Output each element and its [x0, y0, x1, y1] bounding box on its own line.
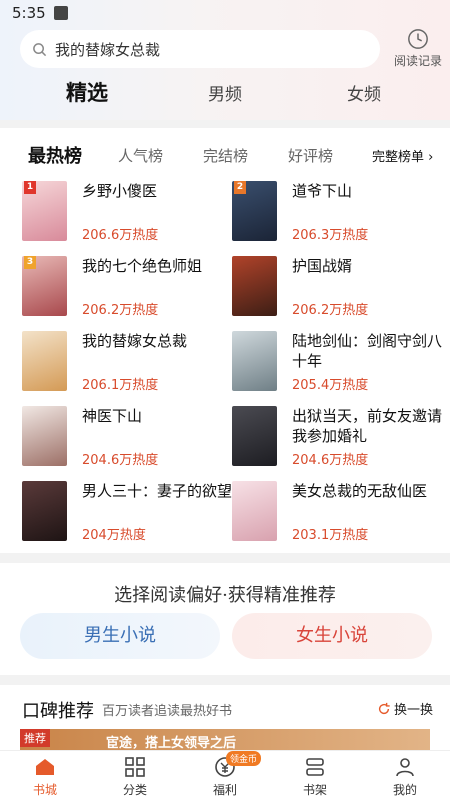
book-title: 美女总裁的无敌仙医	[292, 482, 428, 500]
search-bar[interactable]: 我的替嫁女总裁	[20, 30, 380, 68]
book-item[interactable]: 我的替嫁女总裁 206.1万热度	[22, 331, 232, 393]
book-title: 神医下山	[82, 407, 143, 425]
refresh-icon	[378, 702, 390, 714]
reading-history-button[interactable]: 阅读记录	[392, 28, 444, 69]
book-cover	[22, 481, 67, 541]
book-heat: 205.4万热度	[292, 378, 369, 393]
chevron-right-icon: ›	[428, 150, 434, 165]
book-title: 我的替嫁女总裁	[82, 332, 188, 350]
preference-title: 选择阅读偏好·获得精准推荐	[114, 585, 336, 606]
tab-female[interactable]: 女频	[347, 80, 381, 105]
grid-icon	[125, 757, 145, 777]
recommend-card: 口碑推荐 百万读者追读最热好书 换一换 推荐 宦途，搭上女领导之后	[0, 685, 450, 750]
nav-profile[interactable]: 我的	[375, 755, 435, 798]
rank-badge: 3	[24, 256, 36, 269]
tab-completed[interactable]: 完结榜	[203, 145, 248, 166]
book-cover	[232, 406, 277, 466]
nav-label: 书架	[302, 783, 327, 797]
recommend-title: 口碑推荐	[22, 701, 94, 722]
book-title: 男人三十：妻子的欲望	[82, 482, 233, 500]
book-title: 陆地剑仙：剑阁守剑八十年	[292, 332, 443, 370]
tab-popularity[interactable]: 人气榜	[118, 145, 163, 166]
tab-male[interactable]: 男频	[208, 80, 242, 105]
full-list-label: 完整榜单	[372, 150, 425, 165]
book-heat: 203.1万热度	[292, 528, 369, 543]
book-item[interactable]: 护国战婿 206.2万热度	[232, 256, 442, 318]
recommend-subtitle: 百万读者追读最热好书	[102, 704, 233, 719]
refresh-label: 换一换	[394, 703, 434, 718]
recommend-banner-text: 宦途，搭上女领导之后	[106, 736, 237, 750]
full-list-link[interactable]: 完整榜单 ›	[372, 146, 433, 165]
male-novel-button[interactable]: 男生小说	[20, 613, 220, 659]
book-item[interactable]: 出狱当天，前女友邀请我参加婚礼 204.6万热度	[232, 406, 442, 468]
preference-card: 选择阅读偏好·获得精准推荐 男生小说 女生小说	[0, 563, 450, 675]
status-bar: 5:35	[12, 4, 68, 22]
nav-category[interactable]: 分类	[105, 755, 165, 798]
book-heat: 206.2万热度	[82, 303, 159, 318]
book-item[interactable]: 男人三十：妻子的欲望 204万热度	[22, 481, 232, 543]
book-cover: 2	[232, 181, 277, 241]
book-heat: 206.1万热度	[82, 378, 159, 393]
book-cover	[232, 256, 277, 316]
book-cover	[22, 331, 67, 391]
book-title: 乡野小傻医	[82, 182, 158, 200]
book-heat: 206.6万热度	[82, 228, 159, 243]
book-cover	[22, 406, 67, 466]
book-item[interactable]: 1 乡野小傻医 206.6万热度	[22, 181, 232, 243]
notification-icon	[53, 6, 68, 20]
search-text: 我的替嫁女总裁	[55, 40, 161, 59]
female-novel-button[interactable]: 女生小说	[232, 613, 432, 659]
bottom-nav: 书城 分类 福利 领金币 书架 我的	[0, 750, 450, 800]
book-title: 我的七个绝色师姐	[82, 257, 203, 275]
book-item[interactable]: 美女总裁的无敌仙医 203.1万热度	[232, 481, 442, 543]
book-heat: 206.2万热度	[292, 303, 369, 318]
nav-bookstore[interactable]: 书城	[15, 755, 75, 798]
nav-label: 福利	[212, 783, 237, 797]
hot-list-title: 最热榜	[28, 146, 82, 167]
clock-icon	[408, 29, 428, 49]
nav-label: 书城	[32, 783, 57, 797]
home-icon	[36, 759, 54, 775]
book-cover	[232, 481, 277, 541]
nav-label: 分类	[122, 783, 147, 797]
channel-tabs: 精选 男频 女频	[0, 80, 450, 110]
book-heat: 204.6万热度	[292, 453, 369, 468]
recommend-badge: 推荐	[20, 729, 50, 747]
book-item[interactable]: 陆地剑仙：剑阁守剑八十年 205.4万热度	[232, 331, 442, 393]
hot-list-header: 最热榜 人气榜 完结榜 好评榜 完整榜单 ›	[0, 142, 450, 168]
book-title: 护国战婿	[292, 257, 353, 275]
rank-badge: 1	[24, 181, 36, 194]
nav-bookshelf[interactable]: 书架	[285, 755, 345, 798]
book-cover	[232, 331, 277, 391]
book-item[interactable]: 神医下山 204.6万热度	[22, 406, 232, 468]
hot-list-card: 最热榜 人气榜 完结榜 好评榜 完整榜单 › 1 乡野小傻医 206.6万热度 …	[0, 128, 450, 553]
book-title: 道爷下山	[292, 182, 353, 200]
tab-top-rated[interactable]: 好评榜	[288, 145, 333, 166]
tab-featured[interactable]: 精选	[66, 77, 108, 107]
reading-history-label: 阅读记录	[393, 54, 442, 68]
bookshelf-icon	[306, 758, 324, 776]
book-cover: 1	[22, 181, 67, 241]
recommend-banner[interactable]: 推荐 宦途，搭上女领导之后	[20, 729, 430, 750]
coin-badge: 领金币	[226, 751, 262, 766]
status-time: 5:35	[12, 4, 46, 22]
book-item[interactable]: 2 道爷下山 206.3万热度	[232, 181, 442, 243]
search-icon	[33, 42, 47, 56]
book-heat: 206.3万热度	[292, 228, 369, 243]
header: 5:35 我的替嫁女总裁 阅读记录 精选 男频 女频	[0, 0, 450, 120]
book-heat: 204.6万热度	[82, 453, 159, 468]
book-cover: 3	[22, 256, 67, 316]
nav-label: 我的	[392, 783, 417, 797]
rank-badge: 2	[234, 181, 246, 194]
refresh-button[interactable]: 换一换	[377, 699, 433, 718]
book-item[interactable]: 3 我的七个绝色师姐 206.2万热度	[22, 256, 232, 318]
user-icon	[396, 758, 414, 777]
book-title: 出狱当天，前女友邀请我参加婚礼	[292, 407, 443, 445]
book-heat: 204万热度	[82, 528, 146, 543]
